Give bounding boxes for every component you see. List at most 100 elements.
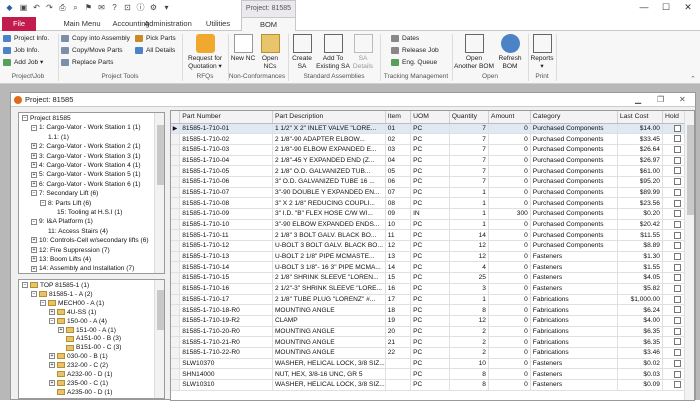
bom-tree-node[interactable]: +235-00 - C (1) [49,379,108,388]
uom-cell[interactable]: PC [410,133,450,145]
hold-checkbox[interactable] [674,338,682,346]
category-cell[interactable]: Purchased Components [530,176,618,188]
collapse-icon[interactable]: − [22,282,28,289]
assembly-tree-node[interactable]: −9: I&A Platform (1) [31,217,93,226]
last-cost-cell[interactable]: $4.00 [617,315,663,327]
category-cell[interactable]: Purchased Components [530,133,618,145]
last-cost-cell[interactable]: $5.82 [617,283,663,295]
last-cost-cell[interactable]: $0.02 [617,358,663,370]
uom-cell[interactable]: PC [410,144,450,156]
request-for-quotation-button[interactable]: Request for Quotation ▾ [184,34,226,70]
eng-queue-button[interactable]: Eng. Queue [390,57,437,68]
category-cell[interactable]: Fasteners [530,379,618,391]
part-number-cell[interactable]: 81585-1-710-12 [179,240,273,252]
table-row[interactable]: 81585-1-710-04 2 1/8"-45 Y EXPANDED END (… [171,155,694,167]
quantity-cell[interactable]: 25 [449,272,489,284]
row-indicator[interactable] [171,283,181,295]
refresh-bom-button[interactable]: Refresh BOM [496,34,524,70]
expand-icon[interactable]: + [49,353,55,360]
quantity-cell[interactable]: 1 [449,187,489,199]
uom-cell[interactable]: PC [410,165,450,177]
bom-tree-node[interactable]: +030-00 - B (1) [49,352,108,361]
category-cell[interactable]: Fabrications [530,347,618,359]
part-number-cell[interactable]: 81585-1-710-06 [179,176,273,188]
uom-cell[interactable]: PC [410,358,450,370]
release-job-button[interactable]: Release Job [390,45,439,56]
info-icon[interactable]: ⓘ [135,2,146,13]
part-description-cell[interactable]: CLAMP [272,315,386,327]
amount-cell[interactable]: 0 [488,165,531,177]
item-cell[interactable]: 15 [385,272,412,284]
window-restore-icon[interactable]: ❐ [657,93,664,107]
category-cell[interactable]: Fabrications [530,304,618,316]
item-cell[interactable]: 14 [385,261,412,274]
item-cell[interactable]: 09 [385,208,412,220]
table-row[interactable]: SLW10370 WASHER, HELICAL LOCK, 3/8 SIZ...… [171,358,694,370]
add-job-button[interactable]: Add Job ▾ [2,57,43,68]
hold-checkbox[interactable] [674,327,682,335]
project-info-button[interactable]: Project Info. [2,33,49,44]
category-cell[interactable]: Purchased Components [530,197,618,209]
quantity-cell[interactable]: 10 [449,358,489,370]
quantity-cell[interactable]: 7 [449,176,489,188]
hold-checkbox[interactable] [674,188,682,196]
quantity-cell[interactable]: 2 [449,347,489,359]
bom-tree-scrollbar[interactable] [154,280,164,398]
category-cell[interactable]: Purchased Components [530,208,618,220]
uom-cell[interactable]: PC [410,294,450,306]
create-sa-button[interactable]: Create SA [290,34,314,70]
row-indicator[interactable] [171,176,181,188]
amount-cell[interactable]: 0 [488,251,531,263]
amount-cell[interactable]: 0 [488,133,531,145]
bom-tree-scroll-thumb[interactable] [157,290,164,330]
flag-icon[interactable]: ⚑ [83,2,94,13]
expand-icon[interactable]: + [49,362,55,369]
uom-cell[interactable]: PC [410,347,450,359]
last-cost-cell[interactable]: $26.64 [617,144,663,156]
assembly-tree-node[interactable]: −7: Secondary Lift (6) [31,189,98,198]
part-description-cell[interactable]: 2 1/8" SHRINK SLEEVE "LOREN... [272,272,386,284]
copy-move-parts-button[interactable]: Copy/Move Parts [60,45,123,56]
assembly-tree-node[interactable]: − Project 81585 [22,114,71,123]
row-indicator[interactable] [171,208,181,220]
uom-cell[interactable]: PC [410,261,450,274]
column-header-part-description[interactable]: Part Description [272,111,386,124]
bom-tree-node[interactable]: − TOP 81585-1 (1) [22,281,89,290]
part-number-cell[interactable]: 81585-1-710-16 [179,283,273,295]
column-header-uom[interactable]: UOM [410,111,450,124]
quantity-cell[interactable]: 12 [449,315,489,327]
amount-cell[interactable]: 0 [488,294,531,306]
table-row[interactable]: 81585-1-710-13 U-BOLT 2 1/8" PIPE MCMASTE… [171,251,694,263]
part-description-cell[interactable]: MOUNTING ANGLE [272,326,386,338]
help-icon[interactable]: ? [109,2,120,13]
part-number-cell[interactable]: 81585-1-710-05 [179,165,273,177]
tab-bom[interactable]: BOM [241,17,296,32]
table-row[interactable]: 81585-1-710-17 2 1/8" TUBE PLUG "LORENZ" … [171,294,694,306]
item-cell[interactable]: 01 [385,123,412,135]
table-row[interactable]: 81585-1-710-16 2 1/2"-3" SHRINK SLEEVE "L… [171,283,694,295]
last-cost-cell[interactable]: $95.20 [617,176,663,188]
tab-file[interactable]: File [2,17,36,31]
hold-checkbox[interactable] [674,210,682,218]
part-description-cell[interactable]: MOUNTING ANGLE [272,347,386,359]
sa-details-button[interactable]: SA Details [350,34,376,70]
bom-tree-node[interactable]: − MECH00 - A (1) [40,299,104,308]
uom-cell[interactable]: PC [410,336,450,348]
uom-cell[interactable]: PC [410,368,450,380]
job-info-button[interactable]: Job Info. [2,45,39,56]
last-cost-cell[interactable]: $89.99 [617,187,663,199]
bom-tree-node[interactable]: A235-00 - D (1) [49,388,112,397]
part-description-cell[interactable]: MOUNTING ANGLE [272,336,386,348]
redo-icon[interactable]: ↷ [44,2,55,13]
part-description-cell[interactable]: 2 1/8" O.D. GALVANIZED TUB... [272,165,386,177]
bom-tree-node[interactable]: +151-00 - A (1) [58,326,116,335]
last-cost-cell[interactable]: $6.35 [617,326,663,338]
quantity-cell[interactable]: 1 [449,294,489,306]
category-cell[interactable]: Fasteners [530,272,618,284]
item-cell[interactable]: 07 [385,187,412,199]
item-cell[interactable]: 04 [385,155,412,167]
amount-cell[interactable]: 0 [488,187,531,199]
assembly-tree-node[interactable]: −1: Cargo-Vator - Work Station 1 (1) [31,123,141,132]
part-number-cell[interactable]: 81585-1-710-20-R0 [179,326,273,338]
grid-scrollbar[interactable] [684,111,694,400]
